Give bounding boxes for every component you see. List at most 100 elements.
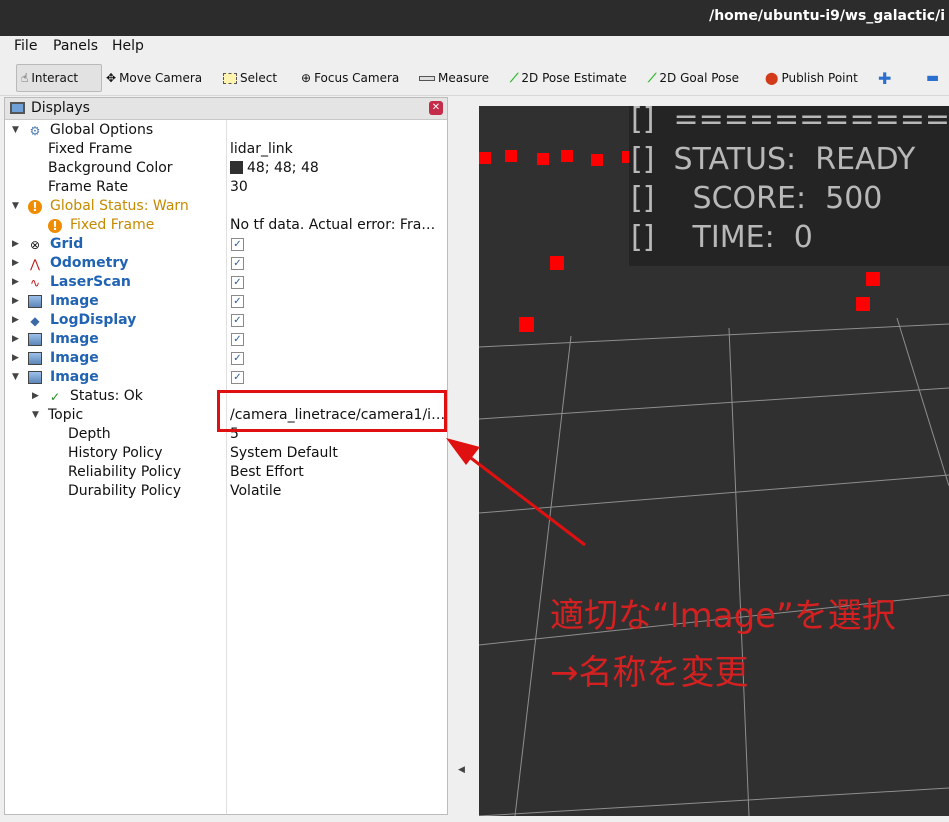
menu-panels[interactable]: Panels [53, 38, 98, 54]
goal-pose-label: 2D Goal Pose [659, 71, 740, 85]
expand-right-icon[interactable]: ▶ [12, 296, 19, 306]
row-value: No tf data. Actual error: Fra… [230, 217, 436, 233]
enable-checkbox[interactable]: ✓ [231, 352, 244, 365]
row-name: Depth [68, 426, 111, 442]
render-viewport[interactable]: [] ================ [] STATUS: READY [] … [479, 106, 949, 816]
expand-down-icon[interactable]: ▼ [12, 201, 19, 211]
row-value[interactable]: lidar_link [230, 141, 293, 157]
expand-right-icon[interactable]: ▶ [12, 277, 19, 287]
annotation-text-line2: →名称を変更 [550, 653, 749, 693]
expand-right-icon[interactable]: ▶ [32, 391, 39, 401]
enable-checkbox[interactable]: ✓ [231, 333, 244, 346]
green-arrow-icon: ⟋ [510, 70, 519, 85]
row-name: History Policy [68, 445, 163, 461]
tree-row-background-color[interactable]: Background Color 48; 48; 48 [5, 160, 447, 179]
move-camera-label: Move Camera [119, 71, 203, 85]
row-name: LogDisplay [50, 312, 137, 328]
menu-help[interactable]: Help [112, 38, 144, 54]
panel-splitter[interactable]: ◀ [449, 97, 477, 815]
remove-tool-button[interactable]: ▬ [926, 64, 939, 92]
expand-right-icon[interactable]: ▶ [12, 334, 19, 344]
row-name: Topic [48, 407, 84, 423]
enable-checkbox[interactable]: ✓ [231, 257, 244, 270]
row-value[interactable]: Best Effort [230, 464, 304, 480]
tool-toolbar: ☝ Interact ✥ Move Camera Select ⊕ Focus … [0, 58, 949, 96]
menu-file[interactable]: File [14, 38, 37, 54]
tree-row-grid[interactable]: ▶ ⊗ Grid ✓ [5, 236, 447, 255]
collapse-left-icon[interactable]: ◀ [458, 765, 465, 775]
color-value: 48; 48; 48 [247, 160, 319, 176]
tree-row-history-policy[interactable]: History Policy System Default [5, 445, 447, 464]
tree-row-logdisplay[interactable]: ▶ ◆ LogDisplay ✓ [5, 312, 447, 331]
tree-row-odometry[interactable]: ▶ ⋀ Odometry ✓ [5, 255, 447, 274]
tree-row-image[interactable]: ▶ Image ✓ [5, 293, 447, 312]
publish-point-label: Publish Point [781, 71, 858, 85]
publish-point-button[interactable]: ⬤ Publish Point [765, 64, 858, 92]
tree-row-image-selected[interactable]: ▼ Image ✓ [5, 369, 447, 388]
status-hud: [] ================ [] STATUS: READY [] … [629, 106, 949, 266]
measure-button[interactable]: Measure [419, 64, 489, 92]
row-name: Grid [50, 236, 84, 252]
expand-right-icon[interactable]: ▶ [12, 353, 19, 363]
expand-down-icon[interactable]: ▼ [12, 125, 19, 135]
tree-row-image[interactable]: ▶ Image ✓ [5, 350, 447, 369]
expand-right-icon[interactable]: ▶ [12, 258, 19, 268]
row-value[interactable]: Volatile [230, 483, 281, 499]
row-name: Image [50, 331, 99, 347]
gear-icon: ⚙ [29, 124, 41, 138]
expand-down-icon[interactable]: ▼ [32, 410, 39, 420]
hud-score: [] SCORE: 500 [631, 181, 883, 216]
menu-bar: File Panels Help [0, 36, 949, 58]
image-icon [28, 371, 42, 385]
focus-camera-button[interactable]: ⊕ Focus Camera [301, 64, 399, 92]
row-name: Reliability Policy [68, 464, 182, 480]
move-camera-button[interactable]: ✥ Move Camera [106, 64, 202, 92]
select-label: Select [240, 71, 278, 85]
row-value[interactable]: 48; 48; 48 [230, 160, 319, 176]
tree-row-status-fixed-frame[interactable]: ! Fixed Frame No tf data. Actual error: … [5, 217, 447, 236]
enable-checkbox[interactable]: ✓ [231, 314, 244, 327]
tree-row-durability-policy[interactable]: Durability Policy Volatile [5, 483, 447, 502]
grid-icon: ⊗ [29, 238, 41, 252]
select-button[interactable]: Select [223, 64, 277, 92]
row-value[interactable]: 30 [230, 179, 248, 195]
expand-down-icon[interactable]: ▼ [12, 372, 19, 382]
enable-checkbox[interactable]: ✓ [231, 371, 244, 384]
tree-row-reliability-policy[interactable]: Reliability Policy Best Effort [5, 464, 447, 483]
hud-status: [] STATUS: READY [631, 142, 916, 177]
row-value[interactable]: System Default [230, 445, 338, 461]
image-icon [28, 295, 42, 309]
row-name: Global Status: Warn [50, 198, 189, 214]
enable-checkbox[interactable]: ✓ [231, 276, 244, 289]
tree-row-image[interactable]: ▶ Image ✓ [5, 331, 447, 350]
row-name: Global Options [50, 122, 154, 138]
pose-estimate-button[interactable]: ⟋ 2D Pose Estimate [510, 64, 627, 92]
enable-checkbox[interactable]: ✓ [231, 295, 244, 308]
move-icon: ✥ [106, 71, 117, 85]
enable-checkbox[interactable]: ✓ [231, 238, 244, 251]
row-name: Status: Ok [70, 388, 143, 404]
logdisplay-icon: ◆ [30, 314, 40, 328]
interact-label: Interact [31, 71, 79, 85]
row-name: Image [50, 369, 99, 385]
goal-pose-button[interactable]: ⟋ 2D Goal Pose [648, 64, 739, 92]
expand-right-icon[interactable]: ▶ [12, 315, 19, 325]
row-name: Frame Rate [48, 179, 129, 195]
hand-icon: ☝ [21, 71, 29, 85]
interact-button[interactable]: ☝ Interact [16, 64, 102, 92]
tree-row-global-status[interactable]: ▼ ! Global Status: Warn [5, 198, 447, 217]
close-icon[interactable]: ✕ [429, 101, 443, 115]
tree-row-global-options[interactable]: ▼ ⚙ Global Options [5, 122, 447, 141]
expand-right-icon[interactable]: ▶ [12, 239, 19, 249]
displays-header: Displays ✕ [5, 98, 447, 120]
row-name: Fixed Frame [48, 141, 133, 157]
warning-icon: ! [48, 219, 62, 233]
green-arrow-icon: ⟋ [648, 70, 657, 85]
warning-icon: ! [28, 200, 42, 214]
row-name: Fixed Frame [70, 217, 155, 233]
tree-row-frame-rate[interactable]: Frame Rate 30 [5, 179, 447, 198]
tree-row-laserscan[interactable]: ▶ ∿ LaserScan ✓ [5, 274, 447, 293]
tree-row-fixed-frame[interactable]: Fixed Frame lidar_link [5, 141, 447, 160]
focus-icon: ⊕ [301, 71, 312, 85]
add-tool-button[interactable]: ✚ [878, 64, 891, 92]
